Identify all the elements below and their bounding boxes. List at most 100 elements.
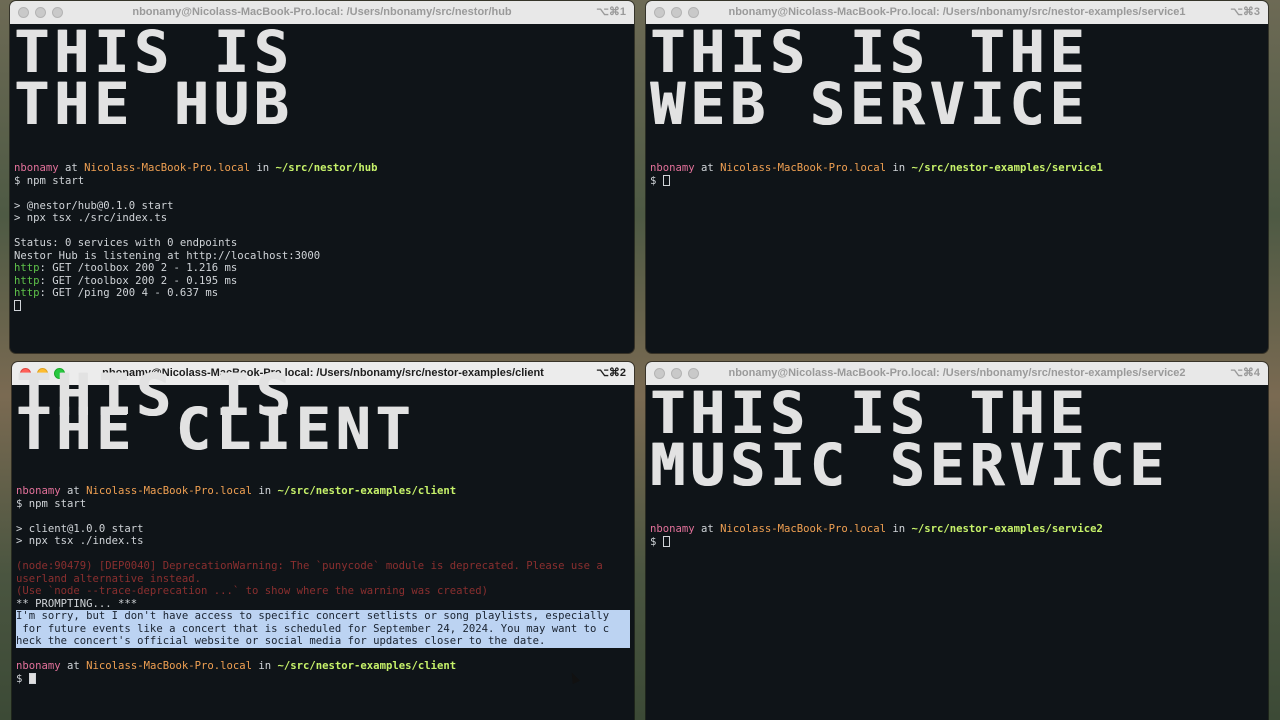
prompt-dollar: $ xyxy=(650,535,663,548)
prompt-host: Nicolass-MacBook-Pro.local xyxy=(720,523,886,535)
output-line: > npx tsx ./index.ts xyxy=(16,535,144,547)
prompt-at: at xyxy=(60,660,87,672)
command-line: $ xyxy=(650,535,1264,549)
warning-line: (Use `node --trace-deprecation ...` to s… xyxy=(16,585,488,597)
window-title: nbonamy@Nicolass-MacBook-Pro.local: /Use… xyxy=(132,6,512,18)
http-log-line: http: GET /toolbox 200 2 - 0.195 ms xyxy=(14,275,630,288)
command-line: $ xyxy=(650,174,1264,188)
request-text: : GET /toolbox 200 2 - 1.216 ms xyxy=(39,262,238,274)
prompt-at: at xyxy=(694,523,721,535)
prompt-user: nbonamy xyxy=(16,660,61,672)
terminal-body[interactable]: THIS IS THE HUB nbonamy at Nicolass-MacB… xyxy=(10,18,634,313)
status-line: Status: 0 services with 0 endpoints xyxy=(14,237,238,249)
close-icon[interactable] xyxy=(18,7,29,18)
http-label: http xyxy=(14,262,40,274)
minimize-icon[interactable] xyxy=(35,7,46,18)
window-controls xyxy=(18,7,63,18)
listening-line: Nestor Hub is listening at http://localh… xyxy=(14,249,321,262)
request-text: : GET /ping 200 4 - 0.637 ms xyxy=(39,287,219,299)
banner-line-1: THIS IS THE xyxy=(650,18,1090,86)
prompt-path: ~/src/nestor-examples/client xyxy=(277,660,457,672)
http-log-line: http: GET /toolbox 200 2 - 1.216 ms xyxy=(14,262,630,275)
prompt-at: at xyxy=(60,485,87,497)
prompting-line: ** PROMPTING... *** xyxy=(16,597,138,610)
prompt-in: in xyxy=(252,660,278,672)
output-line: > @nestor/hub@0.1.0 start xyxy=(14,199,174,212)
prompt-in: in xyxy=(886,523,912,535)
prompt-in: in xyxy=(252,485,278,497)
zoom-icon[interactable] xyxy=(52,7,63,18)
prompt-path: ~/src/nestor-examples/service2 xyxy=(911,523,1103,535)
prompt-user: nbonamy xyxy=(650,523,695,535)
terminal-cursor xyxy=(662,535,670,547)
prompt-at: at xyxy=(694,162,721,174)
window-shortcut: ⌥⌘3 xyxy=(1230,6,1260,18)
cursor-line xyxy=(14,299,630,313)
window-shortcut: ⌥⌘1 xyxy=(596,6,626,18)
terminal-window-hub[interactable]: nbonamy@Nicolass-MacBook-Pro.local: /Use… xyxy=(10,1,634,353)
prompt-path: ~/src/nestor-examples/service1 xyxy=(911,162,1103,174)
minimize-icon[interactable] xyxy=(671,368,682,379)
zoom-icon[interactable] xyxy=(688,368,699,379)
answer-line: I'm sorry, but I don't have access to sp… xyxy=(16,610,610,622)
prompt-host: Nicolass-MacBook-Pro.local xyxy=(84,162,250,174)
window-controls xyxy=(654,7,699,18)
selected-answer[interactable]: I'm sorry, but I don't have access to sp… xyxy=(16,610,630,648)
warning-line: (node:90479) [DEP0040] DeprecationWarnin… xyxy=(16,560,603,572)
prompt-path: ~/src/nestor-examples/client xyxy=(277,485,457,497)
window-title: nbonamy@Nicolass-MacBook-Pro.local: /Use… xyxy=(728,6,1186,18)
prompt-dollar: $ xyxy=(650,174,663,187)
prompt-host: Nicolass-MacBook-Pro.local xyxy=(720,162,886,174)
banner-line-1: THIS IS xyxy=(14,18,294,86)
window-shortcut: ⌥⌘4 xyxy=(1230,367,1260,379)
terminal-body[interactable]: THIS IS THE CLIENT nbonamy at Nicolass-M… xyxy=(12,366,634,686)
http-log-line: http: GET /ping 200 4 - 0.637 ms xyxy=(14,287,630,300)
prompt-in: in xyxy=(250,162,276,174)
answer-line: heck the concert's official website or s… xyxy=(16,635,546,647)
prompt-line: nbonamy at Nicolass-MacBook-Pro.local in… xyxy=(650,162,1264,175)
terminal-cursor xyxy=(662,174,670,186)
prompt-dollar: $ xyxy=(16,672,29,685)
terminal-window-client[interactable]: nbonamy@Nicolass-MacBook-Pro.local: /Use… xyxy=(12,362,634,720)
banner-line-2: MUSIC SERVICE xyxy=(650,431,1169,499)
prompt-host: Nicolass-MacBook-Pro.local xyxy=(86,660,252,672)
minimize-icon[interactable] xyxy=(671,7,682,18)
prompt-user: nbonamy xyxy=(16,485,61,497)
banner-line-2: THE HUB xyxy=(14,70,294,138)
prompt-line: nbonamy at Nicolass-MacBook-Pro.local in… xyxy=(14,162,630,175)
prompt-line: nbonamy at Nicolass-MacBook-Pro.local in… xyxy=(650,523,1264,536)
terminal-window-service1[interactable]: nbonamy@Nicolass-MacBook-Pro.local: /Use… xyxy=(646,1,1268,353)
terminal-window-service2[interactable]: nbonamy@Nicolass-MacBook-Pro.local: /Use… xyxy=(646,362,1268,720)
window-title: nbonamy@Nicolass-MacBook-Pro.local: /Use… xyxy=(728,367,1186,379)
prompt-host: Nicolass-MacBook-Pro.local xyxy=(86,485,252,497)
terminal-body[interactable]: THIS IS THE MUSIC SERVICE nbonamy at Nic… xyxy=(646,379,1268,549)
output-line: > npx tsx ./src/index.ts xyxy=(14,212,168,224)
warning-line: userland alternative instead. xyxy=(16,572,201,585)
command-line: $ xyxy=(16,672,630,686)
prompt-at: at xyxy=(58,162,85,174)
prompt-line: nbonamy at Nicolass-MacBook-Pro.local in… xyxy=(16,485,630,498)
command-line: $ npm start xyxy=(16,497,87,510)
command-line: $ npm start xyxy=(14,174,85,187)
prompt-path: ~/src/nestor/hub xyxy=(275,162,378,174)
close-icon[interactable] xyxy=(654,7,665,18)
close-icon[interactable] xyxy=(654,368,665,379)
zoom-icon[interactable] xyxy=(688,7,699,18)
banner-line-1: THIS IS THE xyxy=(650,379,1090,447)
http-label: http xyxy=(14,287,40,299)
terminal-body[interactable]: THIS IS THE WEB SERVICE nbonamy at Nicol… xyxy=(646,18,1268,188)
prompt-user: nbonamy xyxy=(14,162,59,174)
banner-line-2: WEB SERVICE xyxy=(650,70,1090,138)
window-controls xyxy=(654,368,699,379)
output-line: > client@1.0.0 start xyxy=(16,522,144,535)
request-text: : GET /toolbox 200 2 - 0.195 ms xyxy=(39,274,238,287)
answer-line: for future events like a concert that is… xyxy=(16,622,610,635)
prompt-in: in xyxy=(886,162,912,174)
terminal-cursor xyxy=(28,672,36,684)
prompt-user: nbonamy xyxy=(650,162,695,174)
